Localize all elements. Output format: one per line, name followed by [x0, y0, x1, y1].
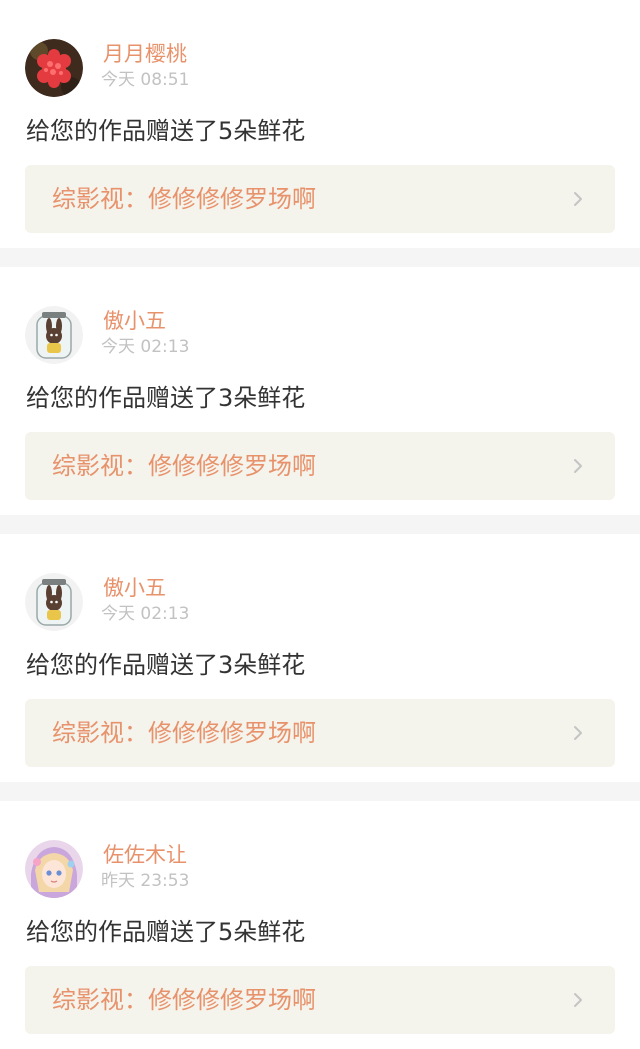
red-flower-avatar-icon[interactable]: [25, 39, 83, 97]
gift-message: 给您的作品赠送了3朵鲜花: [26, 384, 306, 412]
gift-message: 给您的作品赠送了3朵鲜花: [26, 651, 306, 679]
card-separator: [0, 515, 640, 534]
notification-card: 傲小五 今天 02:13 给您的作品赠送了3朵鲜花 综影视：修修修修罗场啊: [0, 267, 640, 515]
chevron-right-icon: [569, 724, 587, 742]
work-link[interactable]: 综影视：修修修修罗场啊: [25, 966, 615, 1034]
user-name[interactable]: 傲小五: [103, 575, 166, 601]
work-link[interactable]: 综影视：修修修修罗场啊: [25, 165, 615, 233]
anime-girl-avatar-icon[interactable]: [25, 840, 83, 898]
notification-card: 佐佐木让 昨天 23:53 给您的作品赠送了5朵鲜花 综影视：修修修修罗场啊: [0, 801, 640, 1049]
card-separator: [0, 782, 640, 801]
work-title: 综影视：修修修修罗场啊: [52, 986, 316, 1014]
user-name[interactable]: 月月樱桃: [103, 41, 187, 67]
work-link[interactable]: 综影视：修修修修罗场啊: [25, 699, 615, 767]
notification-feed: 月月樱桃 今天 08:51 给您的作品赠送了5朵鲜花 综影视：修修修修罗场啊 傲…: [0, 0, 640, 1049]
chevron-right-icon: [569, 190, 587, 208]
bunny-in-jar-avatar-icon[interactable]: [25, 573, 83, 631]
timestamp: 今天 02:13: [101, 604, 190, 624]
gift-message: 给您的作品赠送了5朵鲜花: [26, 117, 306, 145]
card-separator: [0, 248, 640, 267]
notification-card: 傲小五 今天 02:13 给您的作品赠送了3朵鲜花 综影视：修修修修罗场啊: [0, 534, 640, 782]
timestamp: 今天 02:13: [101, 337, 190, 357]
work-link[interactable]: 综影视：修修修修罗场啊: [25, 432, 615, 500]
timestamp: 昨天 23:53: [101, 871, 190, 891]
notification-card: 月月樱桃 今天 08:51 给您的作品赠送了5朵鲜花 综影视：修修修修罗场啊: [0, 0, 640, 248]
work-title: 综影视：修修修修罗场啊: [52, 452, 316, 480]
user-name[interactable]: 佐佐木让: [103, 842, 187, 868]
work-title: 综影视：修修修修罗场啊: [52, 185, 316, 213]
chevron-right-icon: [569, 457, 587, 475]
gift-message: 给您的作品赠送了5朵鲜花: [26, 918, 306, 946]
work-title: 综影视：修修修修罗场啊: [52, 719, 316, 747]
user-name[interactable]: 傲小五: [103, 308, 166, 334]
chevron-right-icon: [569, 991, 587, 1009]
timestamp: 今天 08:51: [101, 70, 190, 90]
bunny-in-jar-avatar-icon[interactable]: [25, 306, 83, 364]
